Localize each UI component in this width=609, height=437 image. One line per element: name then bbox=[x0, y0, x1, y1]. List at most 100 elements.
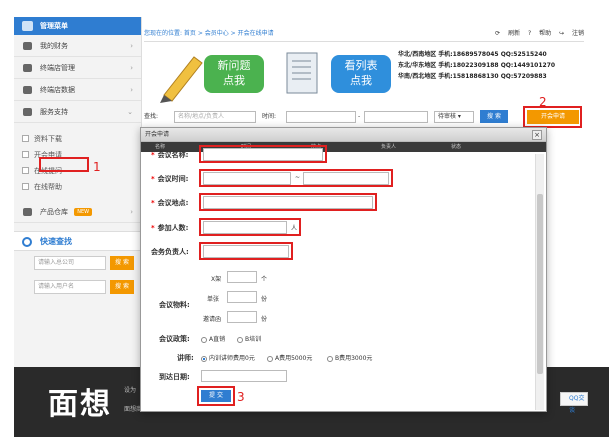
chevron-right-icon: › bbox=[130, 42, 133, 50]
flyer-input[interactable] bbox=[227, 291, 257, 303]
box-icon bbox=[23, 208, 32, 216]
sidebar-item-label: 产品仓库 bbox=[40, 208, 68, 216]
new-badge: NEW bbox=[74, 208, 93, 216]
help-button[interactable]: ? 帮助 bbox=[528, 30, 551, 37]
sidebar-item-label: 我的财务 bbox=[40, 42, 68, 50]
sub-item-help[interactable]: 在线帮助 bbox=[14, 179, 141, 195]
user-icon bbox=[23, 64, 32, 72]
new-question-banner[interactable]: 新问题 点我 bbox=[146, 47, 266, 103]
materials-label: 会议物料: bbox=[159, 301, 190, 309]
quick-search-header: 快速查找 bbox=[14, 231, 141, 251]
chart-icon bbox=[23, 42, 32, 50]
footer-logo: 面想 bbox=[48, 387, 112, 422]
document-icon bbox=[286, 52, 318, 94]
quick-search-user: 请输入用户名 搜 索 bbox=[14, 275, 141, 299]
date-dash: - bbox=[358, 113, 361, 120]
attendees-label: * 参加人数: bbox=[151, 224, 189, 232]
new-question-bubble: 新问题 点我 bbox=[204, 55, 264, 93]
annotation-box-owner bbox=[199, 242, 293, 260]
close-icon[interactable]: × bbox=[532, 130, 542, 140]
radio-icon bbox=[327, 355, 333, 362]
sidebar-item-label: 服务支持 bbox=[40, 108, 68, 116]
data-icon bbox=[23, 86, 32, 94]
time-label: 时间: bbox=[262, 113, 277, 120]
invite-input[interactable] bbox=[227, 311, 257, 323]
radio-icon bbox=[201, 336, 207, 343]
end-date-input[interactable] bbox=[364, 111, 428, 123]
qq-chat-button[interactable]: QQ交谈 bbox=[560, 392, 588, 414]
chevron-down-icon: ⌄ bbox=[127, 108, 133, 116]
sidebar-item-product[interactable]: 产品仓库 NEW › bbox=[14, 201, 141, 223]
x-rack-input[interactable] bbox=[227, 271, 257, 283]
refresh-button[interactable]: ⟳ 刷新 bbox=[495, 30, 520, 37]
annotation-box-place bbox=[199, 193, 377, 211]
annotation-box-name bbox=[199, 145, 327, 163]
lecturer-b-radio[interactable]: B费用3000元 bbox=[327, 353, 372, 362]
policy-b-radio[interactable]: B培训 bbox=[237, 334, 261, 343]
sidebar-item-label: 终端店管理 bbox=[40, 64, 75, 72]
user-search-button[interactable]: 搜 索 bbox=[110, 280, 134, 294]
doc-icon bbox=[22, 151, 29, 158]
lecturer-internal-radio[interactable]: 内训讲师费用0元 bbox=[201, 353, 255, 362]
search-button[interactable]: 搜 索 bbox=[480, 110, 508, 123]
lecturer-a-radio[interactable]: A费用5000元 bbox=[267, 353, 312, 362]
search-bar: 查找: 名称/地点/负责人 时间: - 待审核 ▾ 搜 索 bbox=[144, 110, 584, 124]
arrival-label: 到达日期: bbox=[159, 373, 190, 381]
chevron-right-icon: › bbox=[130, 208, 133, 216]
chevron-right-icon: › bbox=[130, 64, 133, 72]
arrival-date-input[interactable] bbox=[201, 370, 287, 382]
lecturer-label: 讲师: bbox=[177, 354, 194, 362]
policy-label: 会议政策: bbox=[159, 335, 190, 343]
company-input[interactable]: 请输入总公司 bbox=[34, 256, 106, 270]
annotation-number-3: 3 bbox=[237, 390, 245, 404]
sidebar: 管理菜单 我的财务 › 终端店管理 › 终端店数据 › 服务支持 ⌄ 资料下载 … bbox=[14, 17, 142, 367]
username-input[interactable]: 请输入用户名 bbox=[34, 280, 106, 294]
radio-icon bbox=[267, 355, 273, 362]
flyer-label: 单张 bbox=[207, 296, 220, 303]
topbar: 您现在的位置: 首页 > 会员中心 > 开会在线申请 ⟳ 刷新 ? 帮助 ↪ 注… bbox=[144, 26, 584, 42]
sidebar-item-label: 终端店数据 bbox=[40, 86, 75, 94]
owner-label: 会务负责人: bbox=[151, 248, 189, 256]
annotation-box-time bbox=[199, 169, 393, 187]
dialog-title: 开会申请 bbox=[145, 131, 170, 138]
invite-label: 邀请函 bbox=[203, 316, 222, 323]
meeting-place-label: * 会议地点: bbox=[151, 199, 189, 207]
flyer-unit: 份 bbox=[261, 296, 268, 303]
meeting-time-label: * 会议时间: bbox=[151, 175, 189, 183]
menu-icon bbox=[22, 21, 33, 31]
breadcrumb: 您现在的位置: 首页 > 会员中心 > 开会在线申请 bbox=[144, 30, 274, 37]
doc-icon bbox=[22, 183, 29, 190]
annotation-box-1 bbox=[39, 157, 89, 172]
chevron-right-icon: › bbox=[130, 86, 133, 94]
policy-a-radio[interactable]: A直销 bbox=[201, 334, 225, 343]
tag-icon bbox=[23, 108, 32, 116]
sidebar-item-store-data[interactable]: 终端店数据 › bbox=[14, 79, 141, 101]
view-list-bubble: 看列表 点我 bbox=[331, 55, 391, 93]
contact-line: 华南/西北地区 手机:15818868130 QQ:57209883 bbox=[398, 73, 547, 80]
doc-icon bbox=[22, 135, 29, 142]
invite-unit: 份 bbox=[261, 316, 268, 323]
status-select[interactable]: 待审核 ▾ bbox=[434, 111, 474, 123]
dialog-titlebar: 开会申请 × bbox=[141, 128, 546, 142]
meeting-name-label: * 会议名称: bbox=[151, 151, 189, 159]
sub-item-download[interactable]: 资料下载 bbox=[14, 131, 141, 147]
radio-icon bbox=[237, 336, 243, 343]
annotation-number-2: 2 bbox=[539, 95, 547, 109]
x-rack-label: X架 bbox=[211, 276, 222, 283]
dialog-scrollbar[interactable] bbox=[535, 154, 544, 410]
doc-icon bbox=[22, 167, 29, 174]
x-rack-unit: 个 bbox=[261, 276, 268, 283]
sidebar-item-support[interactable]: 服务支持 ⌄ bbox=[14, 101, 141, 123]
sidebar-header: 管理菜单 bbox=[14, 17, 141, 35]
find-input[interactable]: 名称/地点/负责人 bbox=[174, 111, 256, 123]
start-date-input[interactable] bbox=[286, 111, 356, 123]
find-label: 查找: bbox=[144, 113, 159, 120]
scroll-thumb[interactable] bbox=[537, 194, 543, 374]
sidebar-title: 管理菜单 bbox=[40, 22, 68, 30]
view-list-banner[interactable]: 看列表 点我 bbox=[275, 47, 393, 103]
sidebar-item-store-manage[interactable]: 终端店管理 › bbox=[14, 57, 141, 79]
logout-button[interactable]: ↪ 注销 bbox=[559, 30, 584, 37]
magnifier-icon bbox=[22, 237, 32, 247]
company-search-button[interactable]: 搜 索 bbox=[110, 256, 134, 270]
sidebar-item-finance[interactable]: 我的财务 › bbox=[14, 35, 141, 57]
